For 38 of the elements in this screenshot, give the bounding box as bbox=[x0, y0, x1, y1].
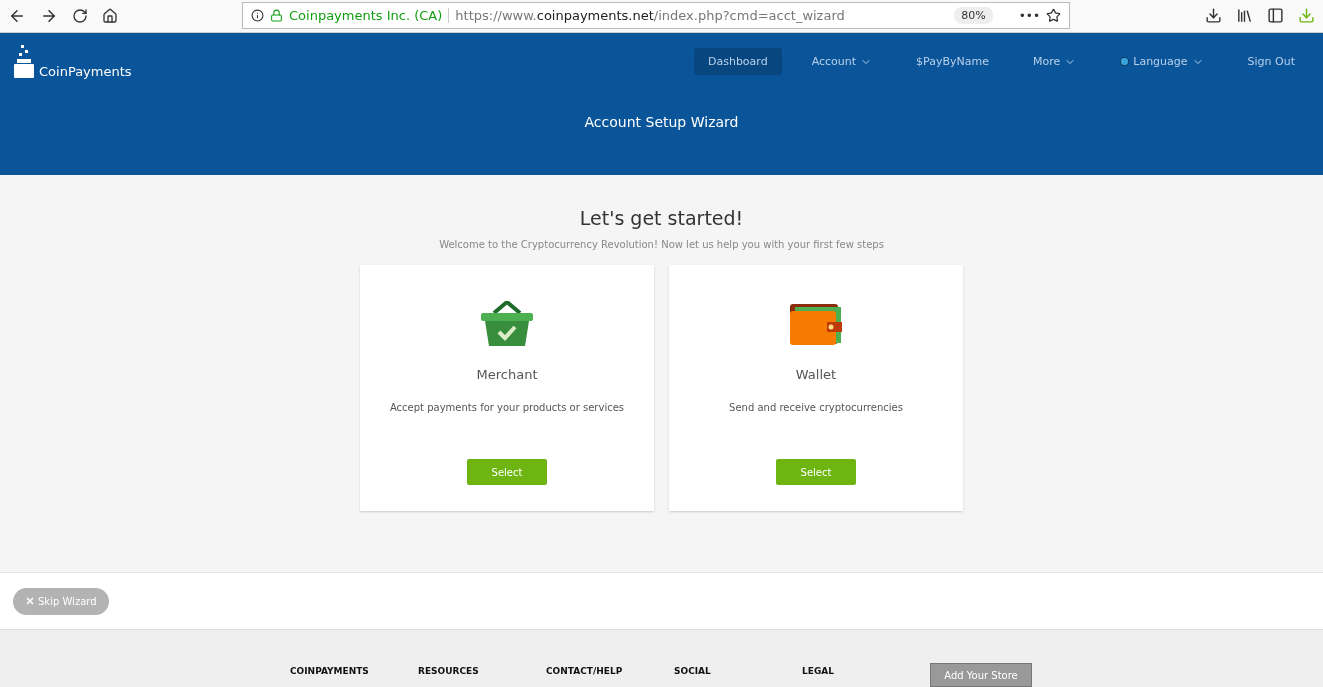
address-bar[interactable]: Coinpayments Inc. (CA) https://www.coinpayments.net/index.php?cmd=acct_wizard 80% ••• bbox=[242, 2, 1070, 30]
footer-heading: CONTACT/HELP bbox=[546, 666, 624, 676]
bookmark-star-icon[interactable] bbox=[1046, 8, 1061, 24]
basket-icon bbox=[480, 301, 534, 348]
footer-heading: SOCIAL bbox=[674, 666, 712, 676]
download-icon[interactable] bbox=[1205, 7, 1222, 25]
nav-link[interactable]: Dashboard bbox=[693, 48, 782, 76]
add-store-button[interactable]: Add Your Store bbox=[930, 663, 1032, 687]
home-icon[interactable] bbox=[102, 7, 118, 24]
wallet-icon bbox=[789, 301, 843, 348]
nav-link[interactable]: Sign Out bbox=[1233, 48, 1309, 76]
subheading: Welcome to the Cryptocurrency Revolution! Now let us help you with your first few steps bbox=[439, 239, 884, 251]
url-text: https://www.coinpayments.net/index.php?cmd=acct_wizard bbox=[455, 8, 846, 24]
info-icon[interactable] bbox=[251, 9, 264, 23]
heading: Let's get started! bbox=[579, 207, 744, 230]
card-description: Send and receive cryptocurrencies bbox=[729, 402, 903, 414]
close-icon bbox=[25, 596, 35, 607]
nav-link[interactable]: Language bbox=[1106, 48, 1218, 76]
zoom-level[interactable]: 80% bbox=[954, 7, 993, 25]
footer-heading: LEGAL bbox=[802, 666, 835, 676]
reload-icon[interactable] bbox=[72, 7, 88, 24]
card-description: Accept payments for your products or services bbox=[389, 402, 625, 414]
sidebar-icon[interactable] bbox=[1267, 7, 1284, 25]
brand-name: CoinPayments bbox=[39, 63, 132, 79]
nav-link[interactable]: More bbox=[1019, 48, 1091, 76]
card-title: Wallet bbox=[795, 367, 837, 383]
nav-link[interactable]: $PayByName bbox=[902, 48, 1003, 76]
footer-heading: RESOURCES bbox=[418, 666, 480, 676]
card-title: Merchant bbox=[476, 367, 538, 383]
page-title: Account Setup Wizard bbox=[583, 113, 740, 130]
page-actions-menu[interactable]: ••• bbox=[1018, 8, 1040, 23]
footer-heading: COINPAYMENTS bbox=[290, 666, 370, 676]
site-identity: Coinpayments Inc. (CA) bbox=[289, 8, 450, 24]
library-icon[interactable] bbox=[1236, 7, 1253, 25]
lock-icon bbox=[270, 9, 283, 23]
logo-wallet-icon bbox=[14, 44, 34, 79]
globe-icon bbox=[1120, 57, 1130, 67]
nav-link[interactable]: Account bbox=[797, 48, 887, 76]
